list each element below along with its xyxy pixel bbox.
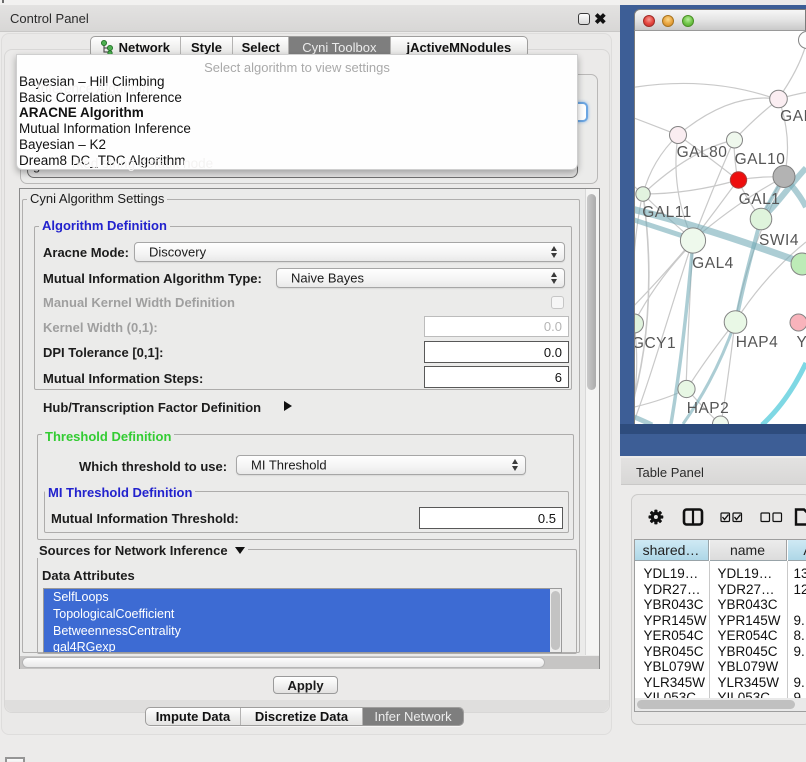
svg-text:YJ: YJ [796, 334, 806, 351]
svg-text:GAL11: GAL11 [642, 204, 692, 221]
svg-text:GAL80: GAL80 [677, 144, 728, 161]
svg-text:HAP2: HAP2 [687, 400, 730, 417]
svg-text:GAL10: GAL10 [735, 151, 786, 168]
svg-text:GCY1: GCY1 [635, 335, 676, 352]
svg-text:GAL7: GAL7 [780, 108, 806, 125]
svg-text:HAP4: HAP4 [736, 334, 779, 351]
svg-text:GAL1: GAL1 [739, 191, 781, 208]
svg-text:SWI4: SWI4 [759, 232, 799, 249]
svg-text:GAL4: GAL4 [692, 255, 734, 272]
